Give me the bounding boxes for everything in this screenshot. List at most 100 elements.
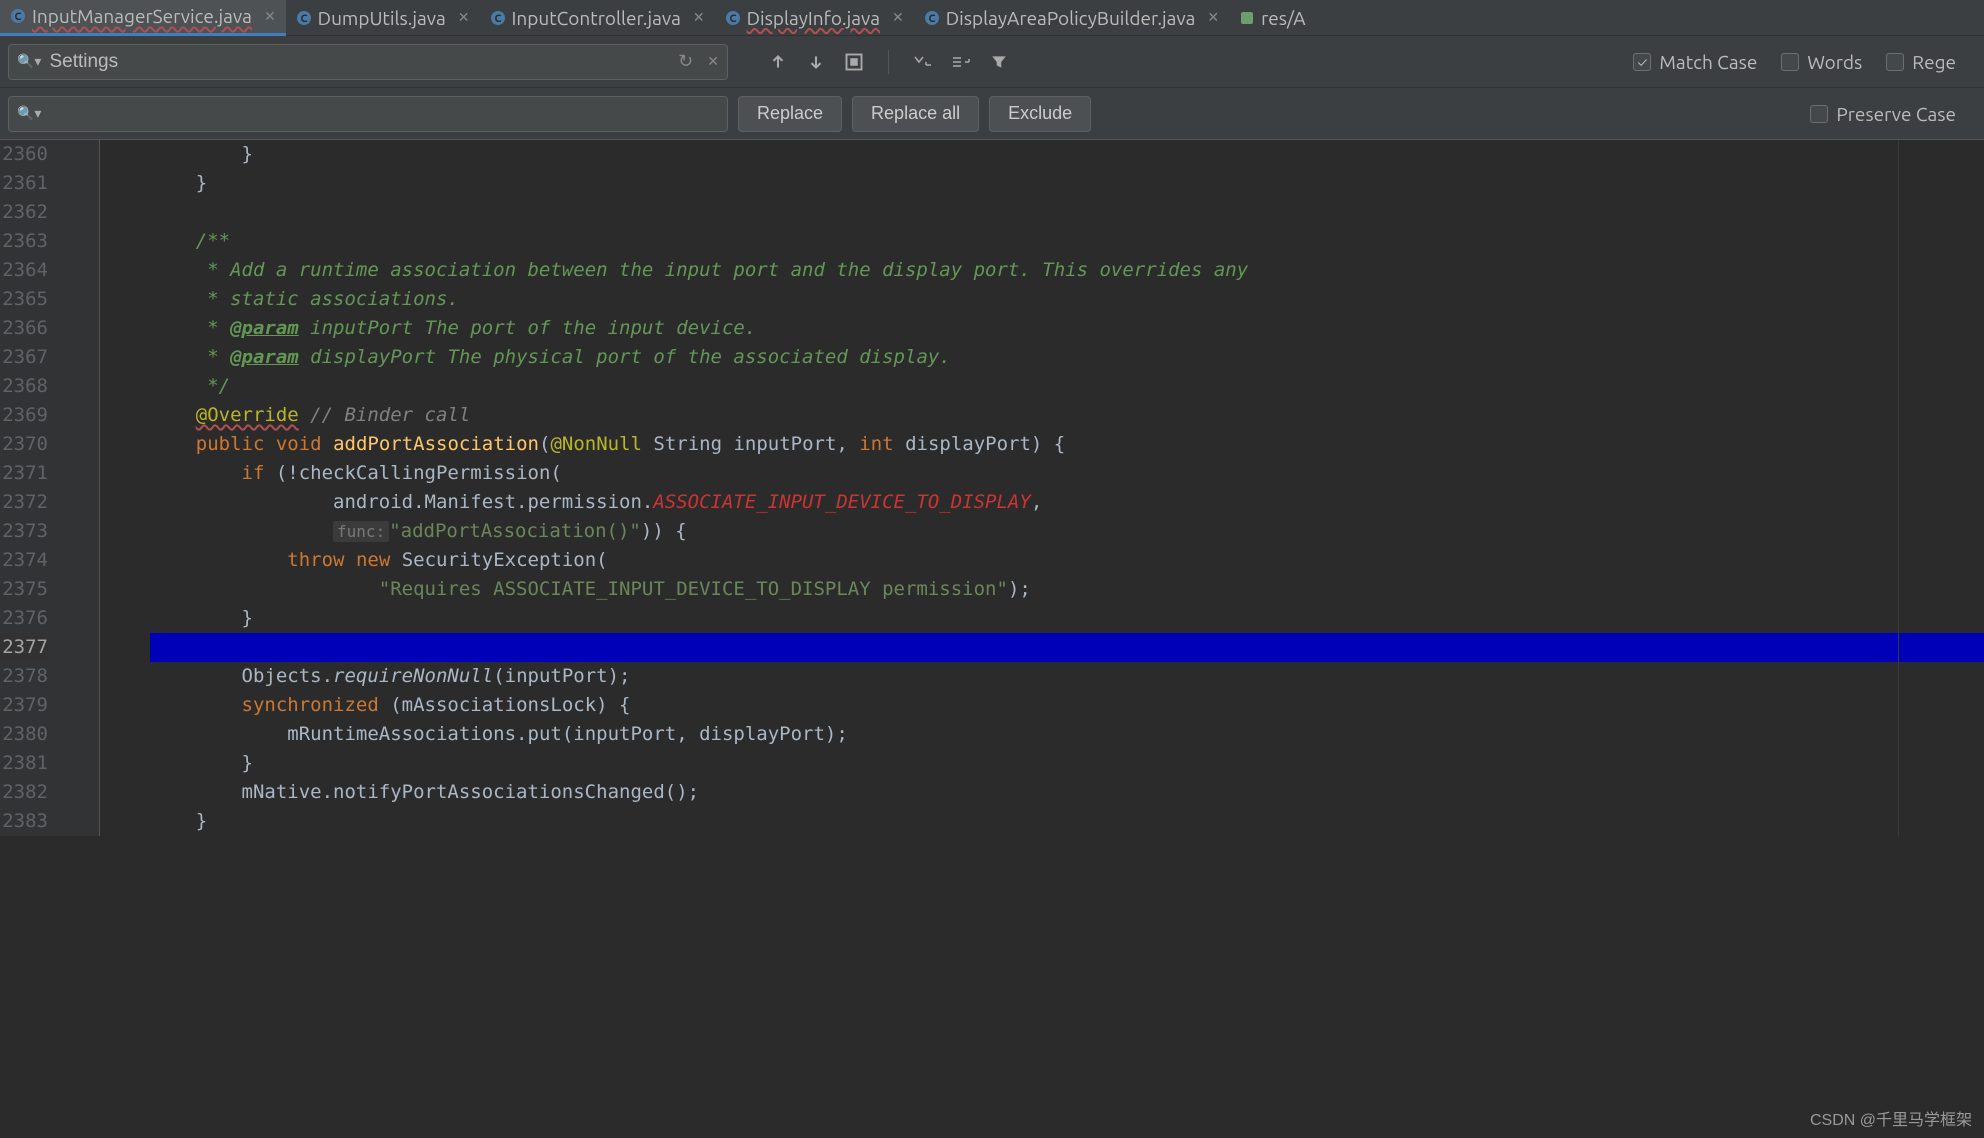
code-line[interactable]: */ [150, 372, 1984, 401]
clear-find-icon[interactable]: ✕ [701, 53, 719, 70]
code-line[interactable]: mNative.notifyPortAssociationsChanged(); [150, 778, 1984, 807]
add-selection-icon[interactable] [913, 52, 933, 72]
match-case-label: Match Case [1659, 51, 1757, 73]
find-bar: 🔍▾ ↻ ✕ Match Case Words Rege [0, 36, 1984, 88]
preserve-case-check[interactable]: Preserve Case [1810, 103, 1956, 125]
java-file-icon: C [924, 10, 940, 26]
match-case-check[interactable]: Match Case [1633, 51, 1757, 73]
tab-displayareapolicybuilder-java[interactable]: C DisplayAreaPolicyBuilder.java ✕ [914, 0, 1229, 36]
close-tab-icon[interactable]: ✕ [1201, 9, 1219, 26]
line-number: 2380 [0, 720, 48, 749]
replace-button[interactable]: Replace [738, 96, 842, 132]
code-line[interactable]: if (!checkCallingPermission( [150, 459, 1984, 488]
line-number: 2363 [0, 227, 48, 256]
filter-icon[interactable] [989, 52, 1009, 72]
code-line[interactable] [150, 633, 1984, 662]
exclude-button[interactable]: Exclude [989, 96, 1091, 132]
close-tab-icon[interactable]: ✕ [886, 9, 904, 26]
line-number: 2381 [0, 749, 48, 778]
code-line[interactable]: android.Manifest.permission.ASSOCIATE_IN… [150, 488, 1984, 517]
checkbox-icon [1810, 105, 1828, 123]
select-occurrences-icon[interactable] [951, 52, 971, 72]
code-line[interactable]: * @param displayPort The physical port o… [150, 343, 1984, 372]
line-number: 2371 [0, 459, 48, 488]
checkbox-icon [1633, 53, 1651, 71]
code-line[interactable]: } [150, 604, 1984, 633]
search-icon: 🔍▾ [17, 53, 41, 70]
line-number: 2370 [0, 430, 48, 459]
line-number: 2378 [0, 662, 48, 691]
checkbox-icon [1781, 53, 1799, 71]
tab-displayinfo-java[interactable]: CDisplayInfo.java✕ [715, 0, 914, 36]
code-line[interactable]: Objects.requireNonNull(inputPort); [150, 662, 1984, 691]
select-all-icon[interactable] [844, 52, 864, 72]
line-number: 2365 [0, 285, 48, 314]
find-input[interactable] [49, 51, 670, 73]
replace-input-box[interactable]: 🔍▾ [8, 96, 728, 132]
line-number: 2377 [0, 633, 48, 662]
tab-res-a[interactable]: res/A [1229, 0, 1315, 36]
fold-column [60, 140, 100, 836]
java-file-icon: C [296, 10, 312, 26]
line-number: 2376 [0, 604, 48, 633]
line-number: 2379 [0, 691, 48, 720]
line-number: 2373 [0, 517, 48, 546]
preserve-case-label: Preserve Case [1836, 103, 1956, 125]
line-number: 2362 [0, 198, 48, 227]
find-input-box[interactable]: 🔍▾ ↻ ✕ [8, 44, 728, 80]
close-tab-icon[interactable]: ✕ [258, 8, 276, 25]
tab-bar: CInputManagerService.java✕CDumpUtils.jav… [0, 0, 1984, 36]
history-icon[interactable]: ↻ [678, 51, 693, 72]
close-tab-icon[interactable]: ✕ [452, 9, 470, 26]
java-file-icon: C [10, 8, 26, 24]
replace-input[interactable] [49, 103, 719, 125]
code-line[interactable]: "Requires ASSOCIATE_INPUT_DEVICE_TO_DISP… [150, 575, 1984, 604]
code-line[interactable]: synchronized (mAssociationsLock) { [150, 691, 1984, 720]
code-line[interactable]: } [150, 140, 1984, 169]
code-line[interactable]: * @param inputPort The port of the input… [150, 314, 1984, 343]
tab-dumputils-java[interactable]: CDumpUtils.java✕ [286, 0, 480, 36]
code-line[interactable] [150, 198, 1984, 227]
prev-match-icon[interactable] [768, 52, 788, 72]
java-file-icon: C [725, 10, 741, 26]
right-margin-line [1898, 140, 1899, 836]
search-icon: 🔍▾ [17, 105, 41, 122]
tab-inputmanagerservice-java[interactable]: C InputManagerService.java ✕ [0, 0, 286, 36]
code-line[interactable]: } [150, 169, 1984, 198]
line-number: 2361 [0, 169, 48, 198]
code-line[interactable]: public void addPortAssociation(@NonNull … [150, 430, 1984, 459]
close-tab-icon[interactable]: ✕ [687, 9, 705, 26]
svg-text:C: C [729, 13, 736, 25]
line-number: 2374 [0, 546, 48, 575]
tab-label: DisplayAreaPolicyBuilder.java [946, 7, 1196, 29]
line-number: 2368 [0, 372, 48, 401]
find-toolbar [738, 50, 1009, 74]
code-line[interactable]: } [150, 749, 1984, 778]
code-line[interactable]: @Override // Binder call [150, 401, 1984, 430]
words-label: Words [1807, 51, 1862, 73]
code-line[interactable]: * Add a runtime association between the … [150, 256, 1984, 285]
line-number: 2364 [0, 256, 48, 285]
svg-text:C: C [300, 13, 307, 25]
code-editor[interactable]: 2360236123622363236423652366236723682369… [0, 140, 1984, 836]
words-check[interactable]: Words [1781, 51, 1862, 73]
tab-label: InputManagerService.java [32, 5, 252, 27]
code-line[interactable]: mRuntimeAssociations.put(inputPort, disp… [150, 720, 1984, 749]
watermark-text: CSDN @千里马学框架 [1810, 1106, 1972, 1130]
code-line[interactable]: } [150, 807, 1984, 836]
regex-check[interactable]: Rege [1886, 51, 1956, 73]
code-line[interactable]: throw new SecurityException( [150, 546, 1984, 575]
tab-inputcontroller-java[interactable]: CInputController.java✕ [480, 0, 715, 36]
svg-text:C: C [928, 13, 935, 25]
replace-all-button[interactable]: Replace all [852, 96, 979, 132]
indent-guide-column [100, 140, 150, 836]
java-file-icon: C [490, 10, 506, 26]
code-line[interactable]: /** [150, 227, 1984, 256]
next-match-icon[interactable] [806, 52, 826, 72]
xml-file-icon [1239, 10, 1255, 26]
svg-text:C: C [14, 11, 21, 23]
code-line[interactable]: * static associations. [150, 285, 1984, 314]
line-number: 2366 [0, 314, 48, 343]
code-line[interactable]: func:"addPortAssociation()")) { [150, 517, 1984, 546]
code-area[interactable]: } } /** * Add a runtime association betw… [150, 140, 1984, 836]
